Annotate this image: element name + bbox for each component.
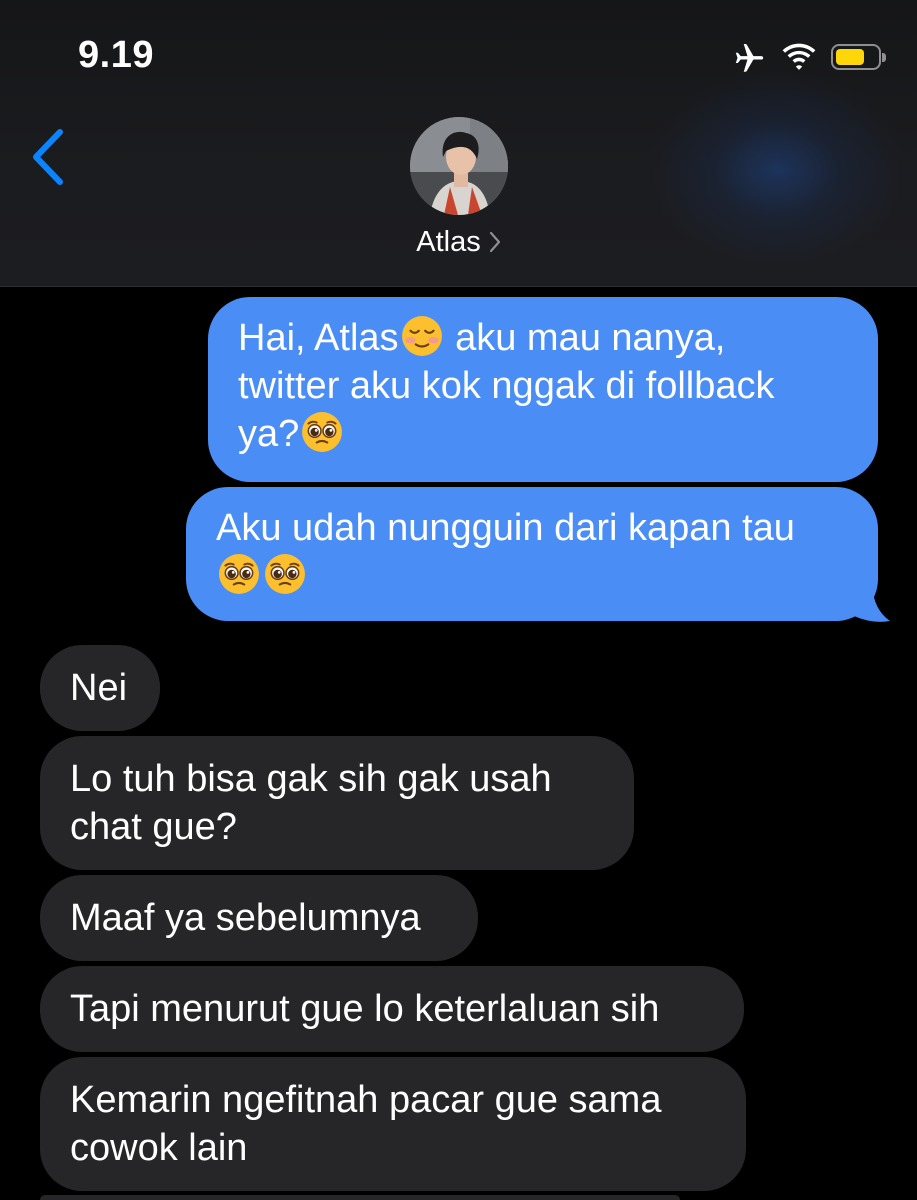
messages-screen: 9.19 Atlas Hai, Atlas aku mau nanya, twi… (0, 0, 917, 1200)
bubble-tail-outgoing (850, 586, 890, 622)
pleading-face-icon (302, 412, 343, 452)
message-text: Maaf ya sebelumnya (70, 897, 421, 939)
message-bubble-incoming[interactable]: Nei (40, 645, 160, 731)
message-line: ya? (238, 410, 848, 458)
airplane-icon (735, 43, 764, 72)
pleading-face-icon (219, 554, 259, 594)
avatar-photo (410, 117, 508, 215)
message-text: chat gue? (70, 806, 237, 848)
message-text: ya? (238, 413, 300, 455)
chevron-left-icon (33, 129, 63, 185)
message-text: Tapi menurut gue lo keterlaluan sih (70, 988, 660, 1030)
message-bubble-incoming[interactable]: Maaf ya sebelumnya (40, 875, 478, 961)
message-line: Hai, Atlas aku mau nanya, (238, 314, 848, 362)
message-text: Hai, Atlas (238, 317, 399, 359)
status-icons (731, 38, 886, 76)
wifi-icon (782, 43, 816, 70)
message-line (216, 552, 848, 600)
battery-level (836, 49, 864, 65)
message-text: Kemarin ngefitnah pacar gue sama (70, 1079, 662, 1121)
message-bubble-incoming[interactable]: Lo tuh bisa gak sih gak usah chat gue? (40, 736, 634, 870)
smiling-face-icon (401, 316, 442, 356)
conversation-header: 9.19 Atlas (0, 0, 917, 286)
message-text: twitter aku kok nggak di follback (238, 365, 775, 407)
message-line: Kemarin ngefitnah pacar gue sama (70, 1076, 716, 1124)
message-bubble-incoming[interactable]: Kemarin ngefitnah pacar gue sama cowok l… (40, 1057, 746, 1191)
message-bubble-outgoing[interactable]: Hai, Atlas aku mau nanya, twitter aku ko… (208, 297, 878, 482)
message-line: Tapi menurut gue lo keterlaluan sih (70, 985, 714, 1033)
message-bubble-incoming[interactable]: Tapi menurut gue lo keterlaluan sih (40, 966, 744, 1052)
message-text: Nei (70, 667, 128, 709)
back-button[interactable] (24, 124, 74, 190)
header-divider (0, 286, 917, 287)
message-bubble-outgoing[interactable]: Aku udah nungguin dari kapan tau (186, 487, 878, 621)
message-line: twitter aku kok nggak di follback (238, 362, 848, 410)
message-line: Nei (70, 664, 130, 712)
message-line: cowok lain (70, 1124, 716, 1172)
message-line: Lo tuh bisa gak sih gak usah (70, 755, 604, 803)
message-line: Maaf ya sebelumnya (70, 894, 448, 942)
message-bubble-incoming-partial (40, 1195, 680, 1200)
message-text: cowok lain (70, 1127, 248, 1169)
status-time: 9.19 (78, 34, 154, 76)
message-text: Aku udah nungguin dari kapan tau (216, 507, 795, 549)
battery-icon (831, 44, 886, 70)
contact-name-button[interactable]: Atlas (0, 222, 917, 262)
contact-avatar[interactable] (410, 117, 508, 215)
message-text: Lo tuh bisa gak sih gak usah (70, 758, 552, 800)
chevron-right-icon (489, 231, 500, 253)
message-text: aku mau nanya, (444, 317, 726, 359)
contact-name: Atlas (416, 226, 481, 258)
pleading-face-icon (265, 554, 305, 594)
message-line: chat gue? (70, 803, 604, 851)
message-line: Aku udah nungguin dari kapan tau (216, 504, 848, 552)
battery-nub (882, 53, 886, 62)
